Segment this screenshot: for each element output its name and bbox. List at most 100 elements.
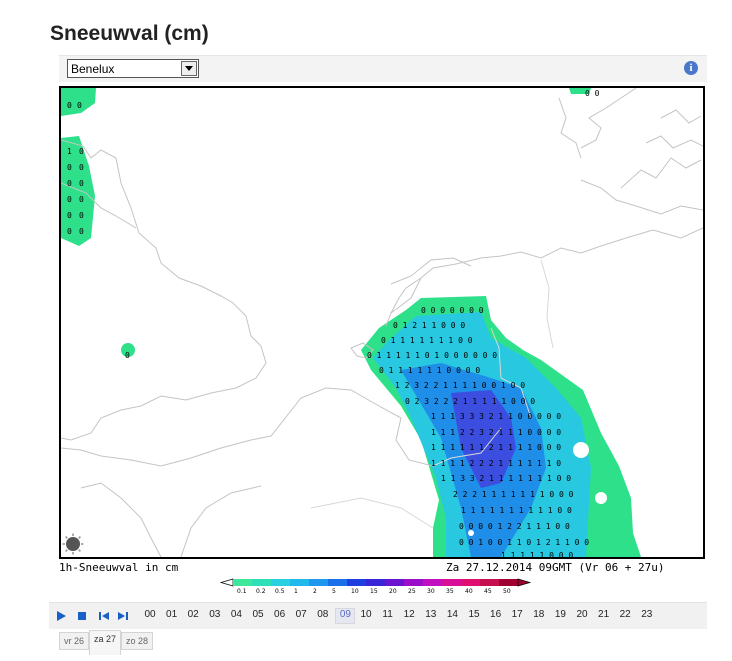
day-tab-za-27[interactable]: za 27 [89, 630, 122, 655]
hour-link-03[interactable]: 03 [206, 609, 224, 620]
color-legend: 0.1 0.2 0.5 1 2 5 10 15 20 25 30 35 40 45 50 [219, 578, 532, 595]
legend-swatch [309, 579, 328, 586]
svg-text:0 2 3 2 2 2 1 1 1 1 1 0 0 0: 0 2 3 2 2 2 1 1 1 1 1 0 0 0 [405, 397, 535, 406]
legend-label: 40 [465, 588, 473, 595]
hour-link-06[interactable]: 06 [271, 609, 289, 620]
svg-text:0: 0 [67, 195, 72, 204]
hour-link-23[interactable]: 23 [638, 609, 656, 620]
hour-link-12[interactable]: 12 [400, 609, 418, 620]
svg-text:0 0 0 0 0 0 0: 0 0 0 0 0 0 0 [421, 306, 484, 315]
hour-link-10[interactable]: 10 [357, 609, 375, 620]
hour-link-19[interactable]: 19 [551, 609, 569, 620]
chevron-down-icon[interactable] [181, 61, 197, 76]
svg-text:1 1 1 2 2 3 2 1 1 1 0 0 0 0: 1 1 1 2 2 3 2 1 1 1 0 0 0 0 [431, 428, 561, 437]
hour-link-17[interactable]: 17 [508, 609, 526, 620]
hour-link-05[interactable]: 05 [249, 609, 267, 620]
day-tab-vr-26[interactable]: vr 26 [59, 632, 90, 650]
hour-link-16[interactable]: 16 [487, 609, 505, 620]
legend-label: 30 [427, 588, 435, 595]
hour-link-14[interactable]: 14 [443, 609, 461, 620]
legend-swatch [366, 579, 385, 586]
hour-link-04[interactable]: 04 [227, 609, 245, 620]
svg-text:0: 0 [79, 211, 84, 220]
svg-text:1 1 3 3 2 1 1 1 1 1 1 1 0 0: 1 1 3 3 2 1 1 1 1 1 1 1 0 0 [441, 474, 571, 483]
svg-text:1 2 3 2 2 1 1 1 1 0 0 1 0 0: 1 2 3 2 2 1 1 1 1 0 0 1 0 0 [395, 381, 525, 390]
map-canvas: 0 01 0 0 00 0 0 00 0 0 00 0 0 0 0 0 0 0 0 1 2 1… [61, 88, 703, 557]
legend-swatch [328, 579, 347, 586]
region-select-value: Benelux [71, 62, 115, 76]
svg-text:0 1 2 1 1 0 0 0: 0 1 2 1 1 0 0 0 [393, 321, 465, 330]
legend-label: 45 [484, 588, 492, 595]
legend-swatch [461, 579, 480, 586]
svg-text:0: 0 [67, 101, 72, 110]
legend-label: 5 [332, 588, 336, 595]
legend-label: 15 [370, 588, 378, 595]
hour-link-20[interactable]: 20 [573, 609, 591, 620]
legend-swatch [252, 579, 271, 586]
map-toolbar: Benelux i [59, 55, 707, 82]
svg-text:0: 0 [79, 227, 84, 236]
region-select[interactable]: Benelux [67, 59, 199, 78]
hour-link-07[interactable]: 07 [292, 609, 310, 620]
snowfall-map: 0010 0000 0000 000 0 0 0 0 0 0 0 0 1 2 1… [59, 86, 705, 559]
hour-link-18[interactable]: 18 [530, 609, 548, 620]
skip-back-icon[interactable] [97, 609, 111, 623]
hour-link-15[interactable]: 15 [465, 609, 483, 620]
legend-label: 1 [294, 588, 298, 595]
svg-text:1 1 1 1 1 0 0 0: 1 1 1 1 1 0 0 0 [501, 551, 573, 557]
svg-text:0: 0 [67, 227, 72, 236]
legend-label: 0.2 [256, 588, 266, 595]
legend-swatch [290, 579, 309, 586]
svg-text:0 0: 0 0 [585, 89, 600, 98]
svg-text:1 1 1 1 1 1 2 1 1 1 1 0 0 0: 1 1 1 1 1 1 2 1 1 1 1 0 0 0 [431, 443, 561, 452]
svg-text:1: 1 [67, 147, 72, 156]
svg-text:1 1 1 1 1 1 1 1 1 1 0 0: 1 1 1 1 1 1 1 1 1 1 0 0 [461, 506, 572, 515]
legend-swatch [480, 579, 499, 586]
map-caption-right: Za 27.12.2014 09GMT (Vr 06 + 27u) [446, 561, 665, 574]
legend-swatch [385, 579, 404, 586]
page-title: Sneeuwval (cm) [50, 22, 209, 45]
day-tab-zo-28[interactable]: zo 28 [121, 632, 154, 650]
legend-swatch [233, 579, 252, 586]
play-icon[interactable] [54, 609, 68, 623]
legend-swatch [347, 579, 366, 586]
svg-text:0: 0 [79, 147, 84, 156]
hour-link-22[interactable]: 22 [616, 609, 634, 620]
hour-link-21[interactable]: 21 [595, 609, 613, 620]
svg-text:0: 0 [125, 351, 130, 360]
snowfall-areas [61, 88, 641, 557]
legend-label: 0.1 [237, 588, 247, 595]
legend-swatch [442, 579, 461, 586]
hour-link-08[interactable]: 08 [314, 609, 332, 620]
stop-icon[interactable] [75, 609, 89, 623]
hour-link-02[interactable]: 02 [184, 609, 202, 620]
legend-arrow-high [517, 578, 532, 587]
skip-forward-icon[interactable] [116, 609, 130, 623]
info-icon[interactable]: i [684, 61, 698, 75]
legend-label: 35 [446, 588, 454, 595]
svg-text:1 1 1 3 3 3 2 1 1 0 0 0 0 0: 1 1 1 3 3 3 2 1 1 0 0 0 0 0 [431, 412, 561, 421]
playback-controls: 00 01 02 03 04 05 06 07 08 09 10 11 12 13 14 15 16 17 18 19… [49, 602, 707, 629]
svg-text:0 1 1 1 1 1 1 0 0 0 0: 0 1 1 1 1 1 1 0 0 0 0 [379, 366, 480, 375]
svg-text:0: 0 [67, 211, 72, 220]
hour-link-01[interactable]: 01 [163, 609, 181, 620]
svg-text:0 1 1 1 1 1 0 1 0 0 0 0 0 0: 0 1 1 1 1 1 0 1 0 0 0 0 0 0 [367, 351, 497, 360]
legend-swatch [423, 579, 442, 586]
svg-text:0 0 0 0 1 2 2 1 1 1 0 0: 0 0 0 0 1 2 2 1 1 1 0 0 [459, 522, 570, 531]
legend-swatch [271, 579, 290, 586]
loading-spinner-icon [62, 533, 84, 555]
svg-text:0: 0 [67, 179, 72, 188]
svg-text:0: 0 [67, 163, 72, 172]
svg-text:0: 0 [79, 163, 84, 172]
svg-text:0 1 1 1 1 1 1 1 0 0: 0 1 1 1 1 1 1 1 0 0 [381, 336, 473, 345]
legend-swatch [499, 579, 518, 586]
legend-swatch [404, 579, 423, 586]
svg-text:0: 0 [79, 195, 84, 204]
legend-label: 2 [313, 588, 317, 595]
legend-label: 20 [389, 588, 397, 595]
hour-link-00[interactable]: 00 [141, 609, 159, 620]
legend-arrow-low [219, 578, 234, 587]
hour-link-09[interactable]: 09 [335, 608, 356, 624]
hour-link-13[interactable]: 13 [422, 609, 440, 620]
hour-link-11[interactable]: 11 [379, 609, 397, 620]
